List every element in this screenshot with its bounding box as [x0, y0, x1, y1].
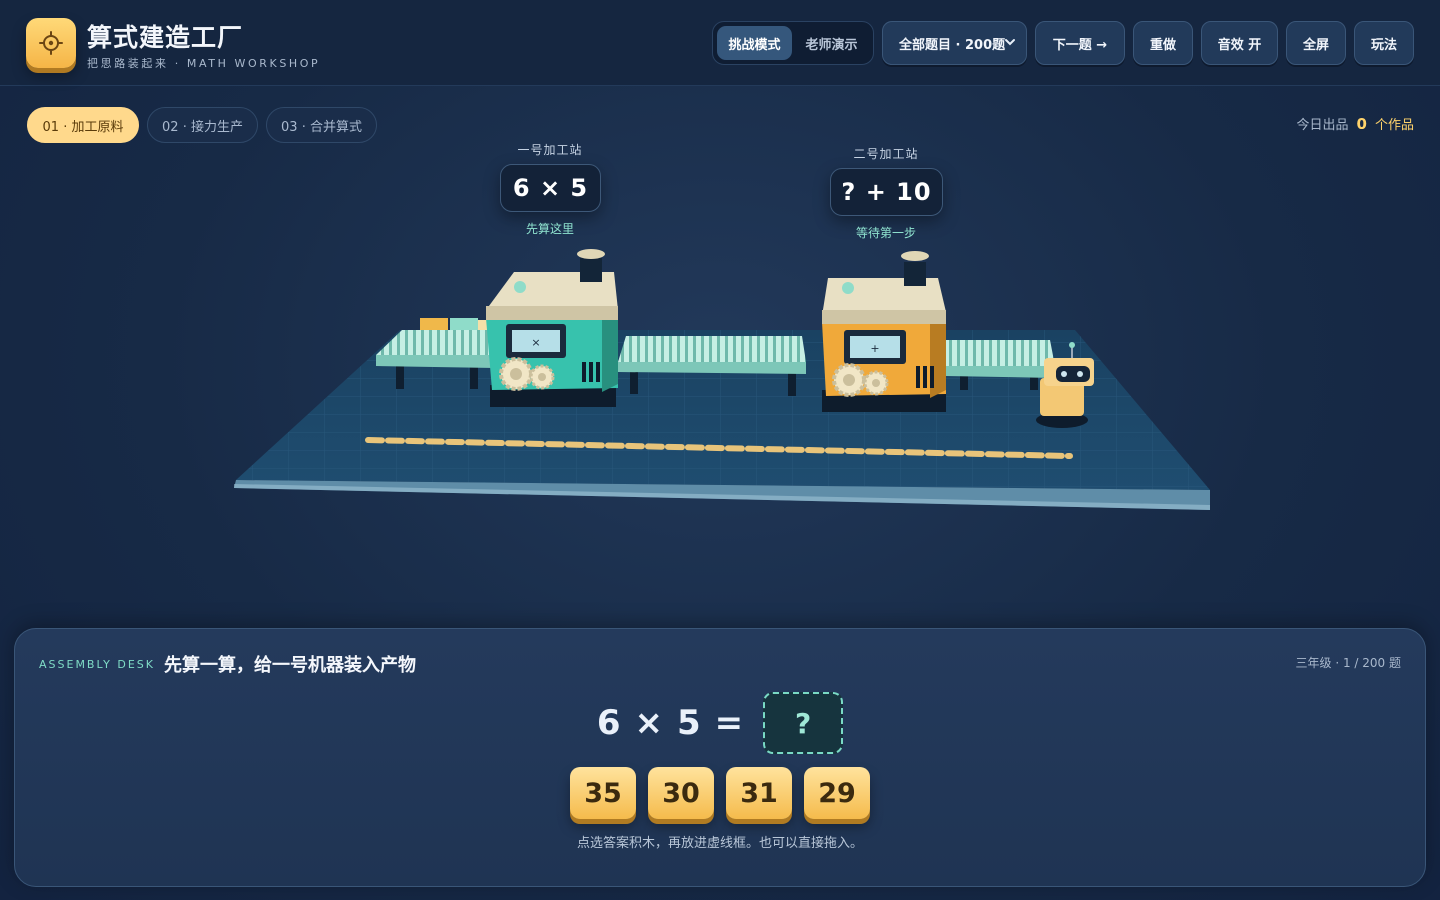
station-one-expression: 6 × 5: [500, 164, 601, 212]
station-one-label: 一号加工站: [517, 143, 583, 157]
desk-title: 先算一算，给一号机器装入产物: [164, 655, 416, 676]
operator: ×: [634, 703, 664, 743]
factory-scene: × +: [234, 249, 1210, 510]
answer-block[interactable]: 30: [648, 767, 714, 819]
answer-block[interactable]: 29: [804, 767, 870, 819]
operand-a: 6: [596, 703, 621, 743]
machine-two: +: [822, 251, 946, 412]
answer-block[interactable]: 31: [726, 767, 792, 819]
operand-b: 5: [677, 703, 701, 743]
answer-options: 35 30 31 29: [15, 767, 1425, 823]
answer-block[interactable]: 35: [570, 767, 636, 819]
station-one-hint: 先算这里: [525, 222, 574, 236]
desk-tag: ASSEMBLY DESK: [39, 658, 155, 671]
station-two-label: 二号加工站: [853, 147, 919, 161]
equation: 6 × 5 = ?: [15, 691, 1425, 755]
desk-instruction: 点选答案积木，再放进虚线框。也可以直接拖入。: [576, 836, 863, 851]
station-two-hint: 等待第一步: [855, 226, 916, 240]
equals-sign: =: [714, 703, 744, 743]
machine-one: ×: [486, 249, 618, 407]
station-two-expression: ? + 10: [830, 168, 943, 216]
answer-drop-slot[interactable]: ?: [763, 692, 844, 754]
question-progress: 三年级 · 1 / 200 题: [1295, 656, 1401, 670]
assembly-desk: ASSEMBLY DESK 先算一算，给一号机器装入产物 三年级 · 1 / 2…: [14, 628, 1426, 887]
svg-text:×: ×: [531, 336, 540, 349]
svg-text:+: +: [870, 342, 879, 355]
